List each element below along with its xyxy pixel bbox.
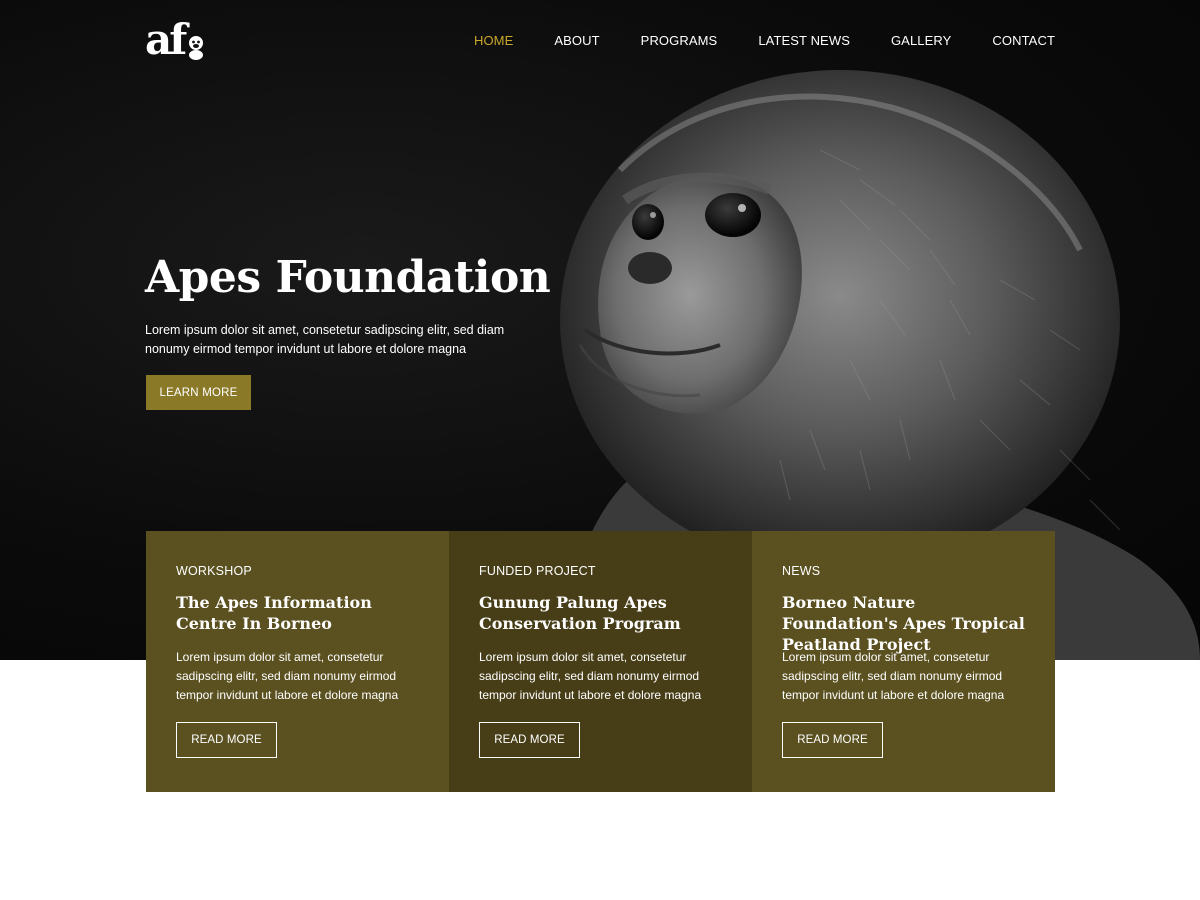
monkey-badge-icon [189, 36, 204, 60]
read-more-button[interactable]: READ MORE [782, 722, 883, 758]
card-title[interactable]: The Apes Information Centre In Borneo [176, 592, 426, 634]
card-tag: FUNDED PROJECT [479, 564, 596, 578]
card-tag: WORKSHOP [176, 564, 252, 578]
main-nav: HOME ABOUT PROGRAMS LATEST NEWS GALLERY … [474, 33, 1055, 48]
nav-item-programs[interactable]: PROGRAMS [641, 33, 718, 48]
feature-cards: WORKSHOP The Apes Information Centre In … [146, 531, 1055, 792]
logo-wordmark: af [145, 15, 187, 64]
card-title[interactable]: Borneo Nature Foundation's Apes Tropical… [782, 592, 1032, 654]
hero-title: Apes Foundation [145, 252, 551, 303]
site-header: af HOME ABOUT PROGRAMS LATEST NEWS GALLE… [0, 0, 1200, 82]
card-title[interactable]: Gunung Palung Apes Conservation Program [479, 592, 729, 634]
card-text: Lorem ipsum dolor sit amet, consetetur s… [782, 650, 1005, 702]
card-text: Lorem ipsum dolor sit amet, consetetur s… [479, 650, 702, 702]
nav-item-gallery[interactable]: GALLERY [891, 33, 951, 48]
hero-description: Lorem ipsum dolor sit amet, consetetur s… [145, 323, 505, 356]
card-workshop: WORKSHOP The Apes Information Centre In … [146, 531, 449, 792]
site-logo[interactable]: af [145, 14, 215, 66]
read-more-button[interactable]: READ MORE [176, 722, 277, 758]
card-text: Lorem ipsum dolor sit amet, consetetur s… [176, 650, 399, 702]
card-tag: NEWS [782, 564, 821, 578]
card-news: NEWS Borneo Nature Foundation's Apes Tro… [752, 531, 1055, 792]
nav-item-contact[interactable]: CONTACT [992, 33, 1055, 48]
learn-more-button[interactable]: LEARN MORE [146, 375, 251, 410]
read-more-button[interactable]: READ MORE [479, 722, 580, 758]
nav-item-latest-news[interactable]: LATEST NEWS [758, 33, 850, 48]
nav-item-home[interactable]: HOME [474, 33, 513, 48]
nav-item-about[interactable]: ABOUT [554, 33, 599, 48]
card-funded-project: FUNDED PROJECT Gunung Palung Apes Conser… [449, 531, 752, 792]
